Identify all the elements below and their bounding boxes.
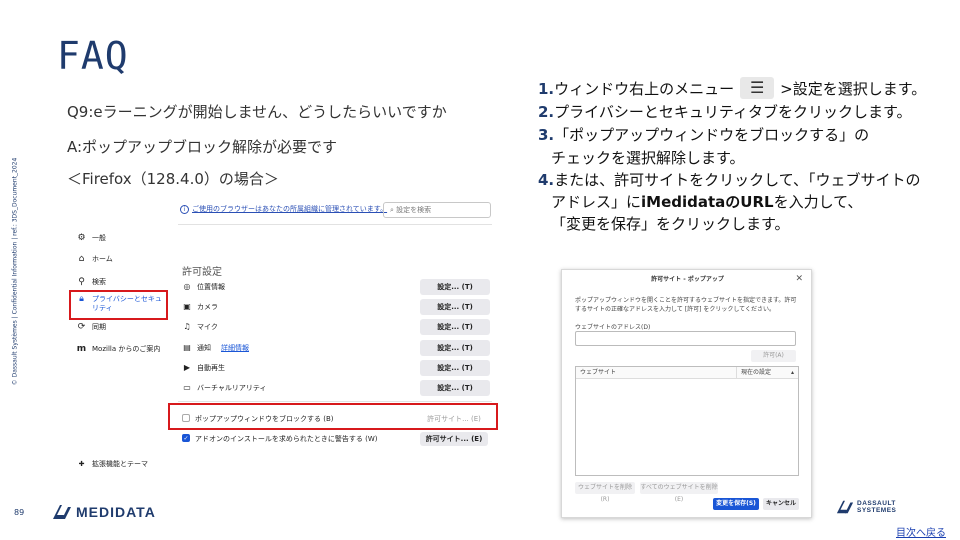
highlight-popup-block [168, 403, 498, 430]
page-title: FAQ [57, 34, 129, 78]
learn-more-link[interactable]: 詳細情報 [221, 344, 249, 352]
camera-settings-button[interactable]: 設定... (T) [420, 299, 490, 315]
confidentiality-note: © Dassault Systèmes | Confidential Infor… [11, 157, 19, 386]
divider [178, 224, 492, 225]
back-to-toc-link[interactable]: 目次へ戻る [896, 524, 946, 539]
save-changes-button[interactable]: 変更を保存(S) [713, 498, 759, 510]
microphone-settings-button[interactable]: 設定... (T) [420, 319, 490, 335]
instruction-step-4: 4.または、許可サイトをクリックして、「ウェブサイトの [538, 171, 921, 189]
column-website[interactable]: ウェブサイト [576, 367, 736, 379]
dialog-title: 許可サイト - ポップアップ [651, 276, 724, 283]
remove-site-button[interactable]: ウェブサイトを削除(R) [575, 482, 635, 503]
autoplay-icon: ▶ [183, 363, 191, 372]
sort-arrow-icon: ▴ [790, 369, 794, 376]
instruction-step-2: 2.プライバシーとセキュリティタブをクリックします。 [538, 103, 912, 121]
location-icon: ◎ [183, 282, 191, 291]
dassault-systemes-logo: DASSAULT SYSTEMES [836, 498, 896, 516]
website-address-input[interactable] [575, 331, 796, 346]
highlight-privacy-tab [69, 290, 168, 320]
slide: © Dassault Systèmes | Confidential Infor… [0, 0, 960, 540]
faq-answer: A:ポップアップブロック解除が必要です [67, 138, 338, 156]
sidebar-item-search[interactable]: ⚲ 検索 [76, 275, 106, 289]
sidebar-item-general[interactable]: ⚙ 一般 [76, 231, 106, 245]
permission-notification: ▤ 通知 詳細情報 設定... (T) [182, 340, 490, 356]
addon-warn-row: ✓ アドオンのインストールを求められたときに警告する (W) 許可サイト... (E… [182, 432, 490, 446]
location-settings-button[interactable]: 設定... (T) [420, 279, 490, 295]
sync-icon: ⟳ [77, 322, 86, 332]
puzzle-icon: ✚ [78, 460, 85, 468]
sidebar-item-extensions[interactable]: ✚ 拡張機能とテーマ [76, 459, 148, 469]
ds-mark-icon [836, 500, 854, 514]
close-icon[interactable]: ✕ [795, 275, 803, 284]
faq-case: ＜Firefox（128.4.0）の場合＞ [67, 170, 279, 188]
addon-warn-checkbox[interactable]: ✓ [182, 434, 190, 442]
vr-settings-button[interactable]: 設定... (T) [420, 380, 490, 396]
permission-microphone: ♫ マイク 設定... (T) [182, 319, 490, 335]
sidebar-item-sync[interactable]: ⟳ 同期 [76, 320, 106, 334]
instruction-step-1: 1.ウィンドウ右上のメニュー ☰ >設定を選択します。 [538, 76, 927, 99]
search-icon: ⚲ [78, 277, 85, 287]
divider [178, 401, 492, 402]
permission-vr: ▭ バーチャルリアリティ 設定... (T) [182, 380, 490, 396]
permission-camera: ▣ カメラ 設定... (T) [182, 299, 490, 315]
instruction-step-4-end: 「変更を保存」をクリックします。 [551, 215, 790, 233]
home-icon: ⌂ [78, 254, 85, 264]
sidebar-item-home[interactable]: ⌂ ホーム [76, 252, 113, 266]
vr-icon: ▭ [183, 383, 191, 392]
medidata-logo: MEDIDATA [52, 501, 156, 523]
info-icon: i [180, 204, 189, 214]
permission-autoplay: ▶ 自動再生 設定... (T) [182, 360, 490, 376]
hamburger-menu-icon: ☰ [740, 76, 775, 99]
notification-icon: ▤ [183, 343, 191, 352]
cancel-button[interactable]: キャンセル [763, 498, 799, 510]
allowed-sites-dialog: 許可サイト - ポップアップ ✕ ポップアップウィンドウを開くことを許可するウェ… [561, 269, 812, 518]
gear-icon: ⚙ [77, 233, 86, 243]
notification-settings-button[interactable]: 設定... (T) [420, 340, 490, 356]
microphone-icon: ♫ [183, 322, 191, 331]
sites-table: ウェブサイト 現在の設定 ▴ [575, 366, 799, 476]
ds-mark-icon [53, 505, 71, 519]
permissions-heading: 許可設定 [182, 267, 222, 278]
allow-button[interactable]: 許可(A) [751, 350, 796, 362]
page-number: 89 [14, 508, 25, 517]
faq-question: Q9:eラーニングが開始しません、どうしたらいいですか [67, 103, 447, 121]
column-status[interactable]: 現在の設定 ▴ [736, 367, 798, 379]
instruction-step-3-cont: チェックを選択解除します。 [551, 149, 745, 167]
mozilla-icon: m [76, 344, 87, 354]
instruction-step-3: 3.「ポップアップウィンドウをブロックする」の [538, 126, 870, 144]
dialog-description: ポップアップウィンドウを開くことを許可するウェブサイトを指定できます。許可するサ… [575, 297, 797, 313]
address-label: ウェブサイトのアドレス(D) [575, 324, 651, 331]
settings-search-input[interactable]: ⌕ 設定を検索 [383, 202, 491, 218]
managed-notice[interactable]: i ご使用のブラウザーはあなたの所属組織に管理されています。 [180, 200, 387, 218]
addon-exceptions-button[interactable]: 許可サイト... (E) [420, 432, 488, 446]
instruction-step-4-cont: アドレス」にiMedidataのURLを入力して、 [551, 193, 863, 211]
sidebar-item-mozilla[interactable]: m Mozilla からのご案内 [76, 342, 161, 356]
autoplay-settings-button[interactable]: 設定... (T) [420, 360, 490, 376]
permission-location: ◎ 位置情報 設定... (T) [182, 279, 490, 295]
camera-icon: ▣ [183, 302, 191, 311]
firefox-settings-screenshot: i ご使用のブラウザーはあなたの所属組織に管理されています。 ⌕ 設定を検索 ⚙ 一… [70, 195, 492, 473]
remove-all-sites-button[interactable]: すべてのウェブサイトを削除(E) [640, 482, 718, 503]
